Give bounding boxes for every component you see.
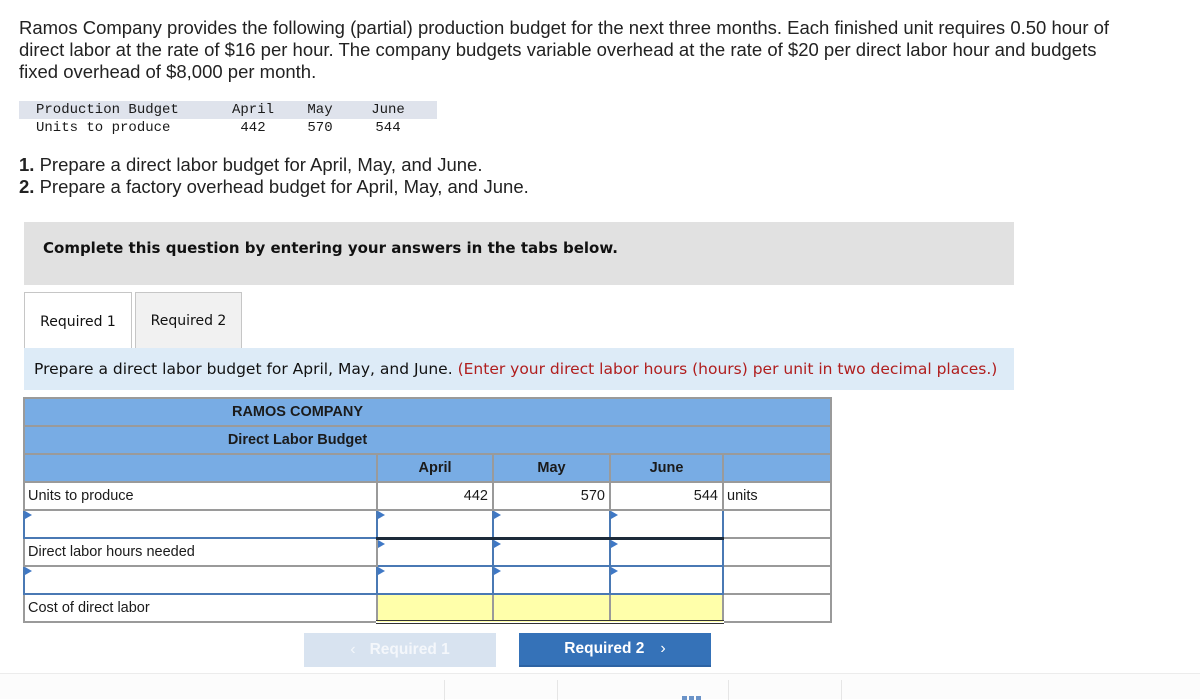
- requirements-list: 1. Prepare a direct labor budget for Apr…: [19, 154, 529, 198]
- units-may: 570: [307, 120, 333, 136]
- footer-divider: [557, 680, 558, 700]
- prev-button-label: Required 1: [369, 641, 450, 658]
- cost-suffix: [722, 593, 832, 623]
- dl-hours-may-cell[interactable]: [492, 536, 611, 567]
- hours-per-unit-label-dropdown[interactable]: [23, 509, 378, 539]
- instruction-box: Complete this question by entering your …: [24, 222, 1014, 285]
- requirement-1-number: 1.: [19, 154, 35, 175]
- grid-icon[interactable]: [682, 696, 702, 700]
- direct-labor-hours-row: Direct labor hours needed: [23, 536, 832, 567]
- prompt-bar: Prepare a direct labor budget for April,…: [24, 348, 1014, 390]
- units-to-produce-label: Units to produce: [36, 120, 171, 136]
- tab-required-2[interactable]: Required 2: [135, 292, 242, 349]
- production-budget-label: Production Budget: [19, 101, 217, 119]
- rate-may-input[interactable]: [494, 567, 609, 593]
- hours-per-unit-may-input[interactable]: [494, 511, 609, 537]
- cost-may-cell: [492, 593, 611, 624]
- hours-per-unit-april-input[interactable]: [378, 511, 492, 537]
- rate-label-dropdown[interactable]: [23, 565, 378, 595]
- direct-labor-budget-table: RAMOS COMPANY Direct Labor Budget April …: [23, 397, 832, 624]
- footer-divider: [841, 680, 842, 700]
- production-units-row: Units to produce 442 570 544: [19, 119, 437, 137]
- production-budget-header-row: Production Budget April May June: [19, 101, 437, 119]
- row-label-dl-hours: Direct labor hours needed: [23, 537, 378, 567]
- units-may-value: 570: [492, 481, 611, 511]
- tab-required-1[interactable]: Required 1: [24, 292, 132, 350]
- dl-hours-may-input[interactable]: [494, 539, 609, 565]
- production-header-april: April: [217, 101, 289, 119]
- rate-june-input[interactable]: [611, 567, 722, 593]
- budget-title: Direct Labor Budget: [23, 425, 832, 455]
- requirement-2-text: Prepare a factory overhead budget for Ap…: [34, 176, 529, 197]
- problem-description: Ramos Company provides the following (pa…: [19, 17, 1110, 82]
- rate-row: [23, 565, 832, 595]
- dl-hours-april-cell[interactable]: [376, 536, 494, 567]
- prompt-note: (Enter your direct labor hours (hours) p…: [457, 360, 998, 378]
- hours-per-unit-april-cell[interactable]: [376, 509, 494, 539]
- budget-title-text: Direct Labor Budget: [227, 432, 368, 448]
- units-to-produce-row: Units to produce 442 570 544 units: [23, 481, 832, 511]
- hours-per-unit-label-input[interactable]: [28, 511, 376, 537]
- header-extra-blank: [722, 453, 832, 483]
- header-blank: [23, 453, 378, 483]
- units-june-value: 544: [609, 481, 724, 511]
- chevron-right-icon: ›: [660, 640, 666, 657]
- requirement-1: 1. Prepare a direct labor budget for Apr…: [19, 154, 529, 176]
- dl-hours-june-cell[interactable]: [609, 536, 724, 567]
- dl-hours-april-input[interactable]: [378, 539, 492, 565]
- instruction-text: Complete this question by entering your …: [43, 239, 618, 257]
- hours-per-unit-june-cell[interactable]: [609, 509, 724, 539]
- requirement-2: 2. Prepare a factory overhead budget for…: [19, 176, 529, 198]
- header-june: June: [609, 453, 724, 483]
- requirement-2-number: 2.: [19, 176, 35, 197]
- units-april: 442: [240, 120, 266, 136]
- prompt-text: Prepare a direct labor budget for April,…: [34, 360, 458, 378]
- units-june: 544: [375, 120, 401, 136]
- cost-of-direct-labor-row: Cost of direct labor: [23, 593, 832, 624]
- footer-divider: [728, 680, 729, 700]
- footer-divider: [444, 680, 445, 700]
- company-header-row: RAMOS COMPANY: [23, 397, 832, 427]
- header-may: May: [492, 453, 611, 483]
- units-suffix: units: [722, 481, 832, 511]
- chevron-left-icon: ‹: [350, 641, 356, 658]
- month-header-row: April May June: [23, 453, 832, 483]
- production-header-june: June: [351, 101, 437, 119]
- row-label-units: Units to produce: [23, 481, 378, 511]
- company-name: RAMOS COMPANY: [23, 397, 832, 427]
- production-budget-table: Production Budget April May June Units t…: [19, 101, 437, 137]
- next-button-label: Required 2: [564, 640, 645, 657]
- requirement-1-text: Prepare a direct labor budget for April,…: [34, 154, 483, 175]
- header-april: April: [376, 453, 494, 483]
- hours-per-unit-row: [23, 509, 832, 539]
- company-name-text: RAMOS COMPANY: [231, 404, 364, 420]
- hours-per-unit-suffix: [722, 509, 832, 539]
- dl-hours-june-input[interactable]: [611, 539, 722, 565]
- rate-april-input[interactable]: [378, 567, 492, 593]
- rate-april-cell[interactable]: [376, 565, 494, 595]
- prev-required-1-button[interactable]: ‹ Required 1: [304, 633, 496, 667]
- production-header-may: May: [289, 101, 351, 119]
- units-april-value: 442: [376, 481, 494, 511]
- cost-june-cell: [609, 593, 724, 624]
- next-required-2-button[interactable]: Required 2 ›: [519, 633, 711, 667]
- cost-april-cell: [376, 593, 494, 624]
- rate-june-cell[interactable]: [609, 565, 724, 595]
- dl-hours-suffix: [722, 537, 832, 567]
- rate-suffix: [722, 565, 832, 595]
- row-label-cost: Cost of direct labor: [23, 593, 378, 623]
- hours-per-unit-june-input[interactable]: [611, 511, 722, 537]
- title-header-row: Direct Labor Budget: [23, 425, 832, 455]
- footer-bar: [0, 673, 1200, 700]
- rate-may-cell[interactable]: [492, 565, 611, 595]
- hours-per-unit-may-cell[interactable]: [492, 509, 611, 539]
- rate-label-input[interactable]: [28, 567, 376, 593]
